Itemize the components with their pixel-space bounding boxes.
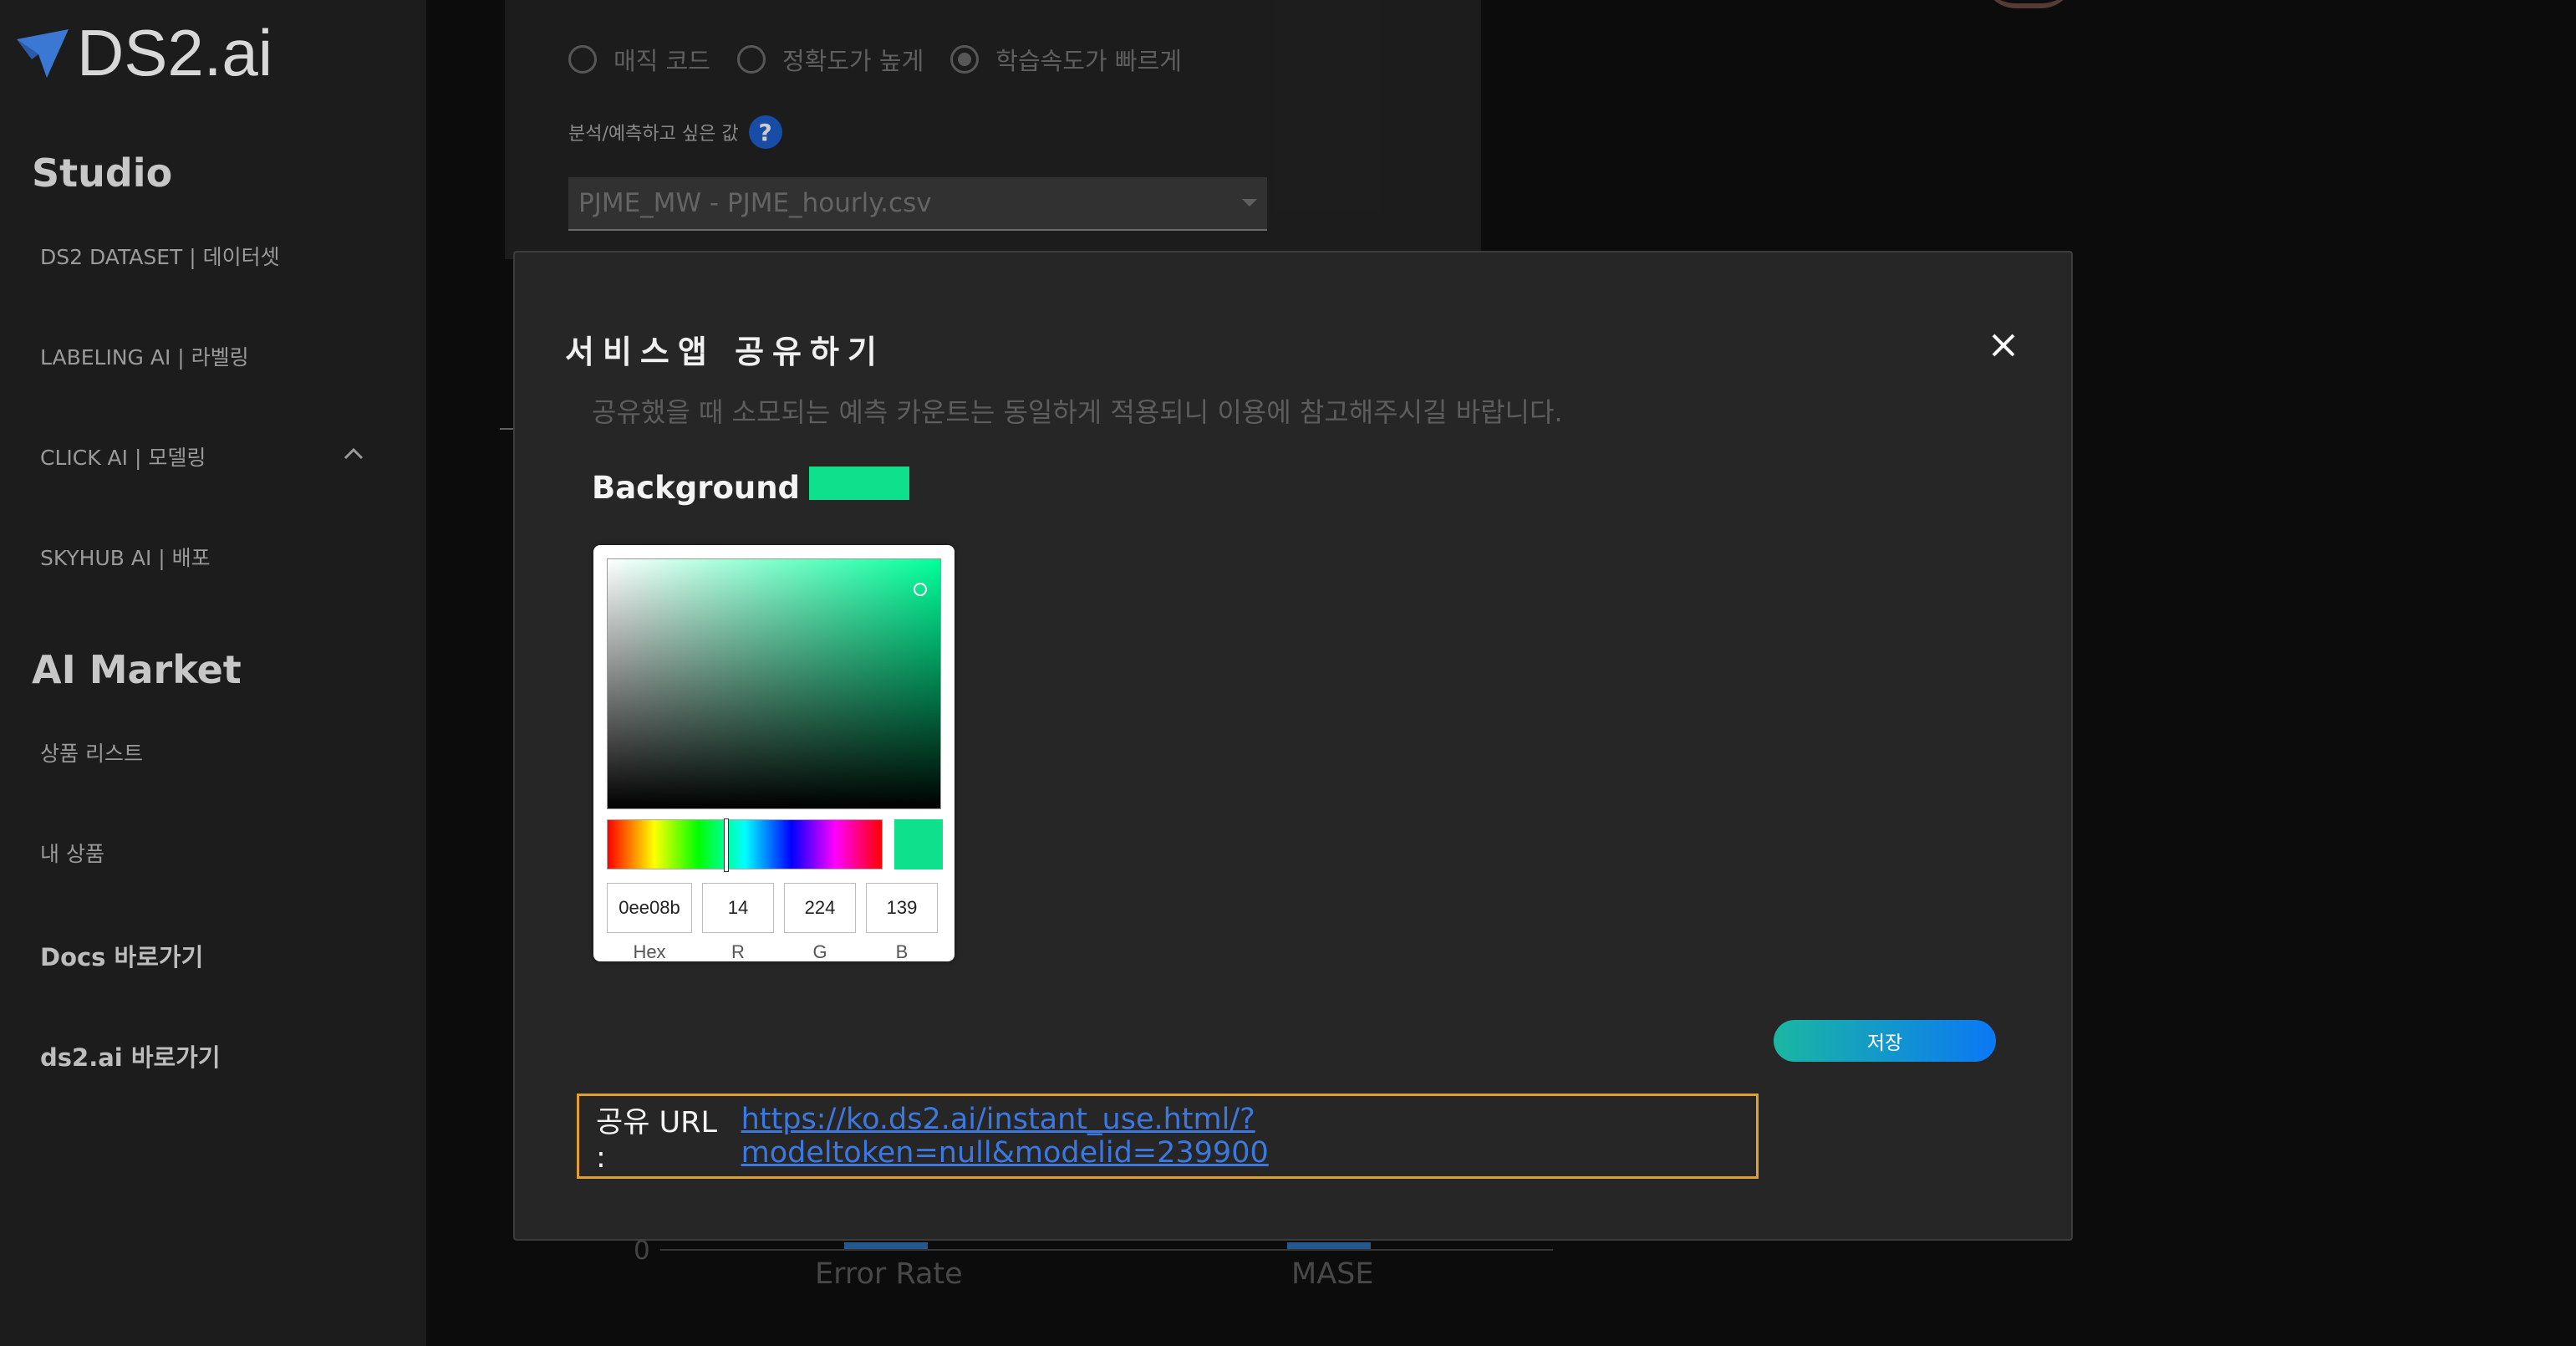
g-label: G [812,941,827,962]
saturation-area[interactable] [607,558,941,809]
studio-title: Studio [32,150,173,196]
sidebar-link-docs[interactable]: Docs 바로가기 [40,938,203,973]
sidebar: DS2.ai Studio DS2 DATASET | 데이터셋 LABELIN… [0,0,426,1346]
logo-text: DS2.ai [77,16,273,89]
sidebar-item-skyhub-ai[interactable]: SKYHUB AI | 배포 [40,542,211,572]
sidebar-item-ds2-dataset[interactable]: DS2 DATASET | 데이터셋 [40,241,280,271]
share-url-box: 공유 URL : https://ko.ds2.ai/instant_use.h… [577,1094,1759,1179]
hex-input[interactable] [607,883,692,933]
modal-notice: 공유했을 때 소모되는 예측 카운트는 동일하게 적용되니 이용에 참고해주시길… [592,396,1563,428]
sidebar-item-my-products[interactable]: 내 상품 [40,838,104,868]
saturation-pointer[interactable] [914,582,928,596]
background-label: Background : [592,470,823,506]
color-picker: Hex R G B [593,545,955,962]
logo[interactable]: DS2.ai [15,15,272,91]
hue-slider-handle[interactable] [724,818,730,872]
share-app-modal: 서비스앱 공유하기 공유했을 때 소모되는 예측 카운트는 동일하게 적용되니 … [513,251,2073,1241]
hue-slider[interactable] [607,818,883,872]
g-input[interactable] [784,883,856,933]
b-label: B [895,941,909,962]
hex-label: Hex [633,941,666,962]
close-icon[interactable] [1989,331,2018,359]
ds2-logo-icon [17,28,69,78]
sidebar-item-product-list[interactable]: 상품 리스트 [40,737,143,767]
sidebar-link-ds2ai[interactable]: ds2.ai 바로가기 [40,1038,221,1073]
share-url-prefix: 공유 URL : [596,1105,717,1175]
background-color-swatch[interactable] [809,467,909,500]
modal-title: 서비스앱 공유하기 [565,334,885,370]
sidebar-item-click-ai[interactable]: CLICK AI | 모델링 [40,441,206,472]
b-input[interactable] [866,883,938,933]
color-preview [894,819,943,869]
sidebar-item-labeling-ai[interactable]: LABELING AI | 라벨링 [40,341,249,371]
share-url-link[interactable]: https://ko.ds2.ai/instant_use.html/?mode… [741,1103,1756,1170]
r-input[interactable] [702,883,774,933]
r-label: R [731,941,745,962]
ai-market-title: AI Market [32,647,242,692]
save-button[interactable]: 저장 [1774,1020,1996,1062]
chevron-up-icon[interactable] [343,443,364,465]
